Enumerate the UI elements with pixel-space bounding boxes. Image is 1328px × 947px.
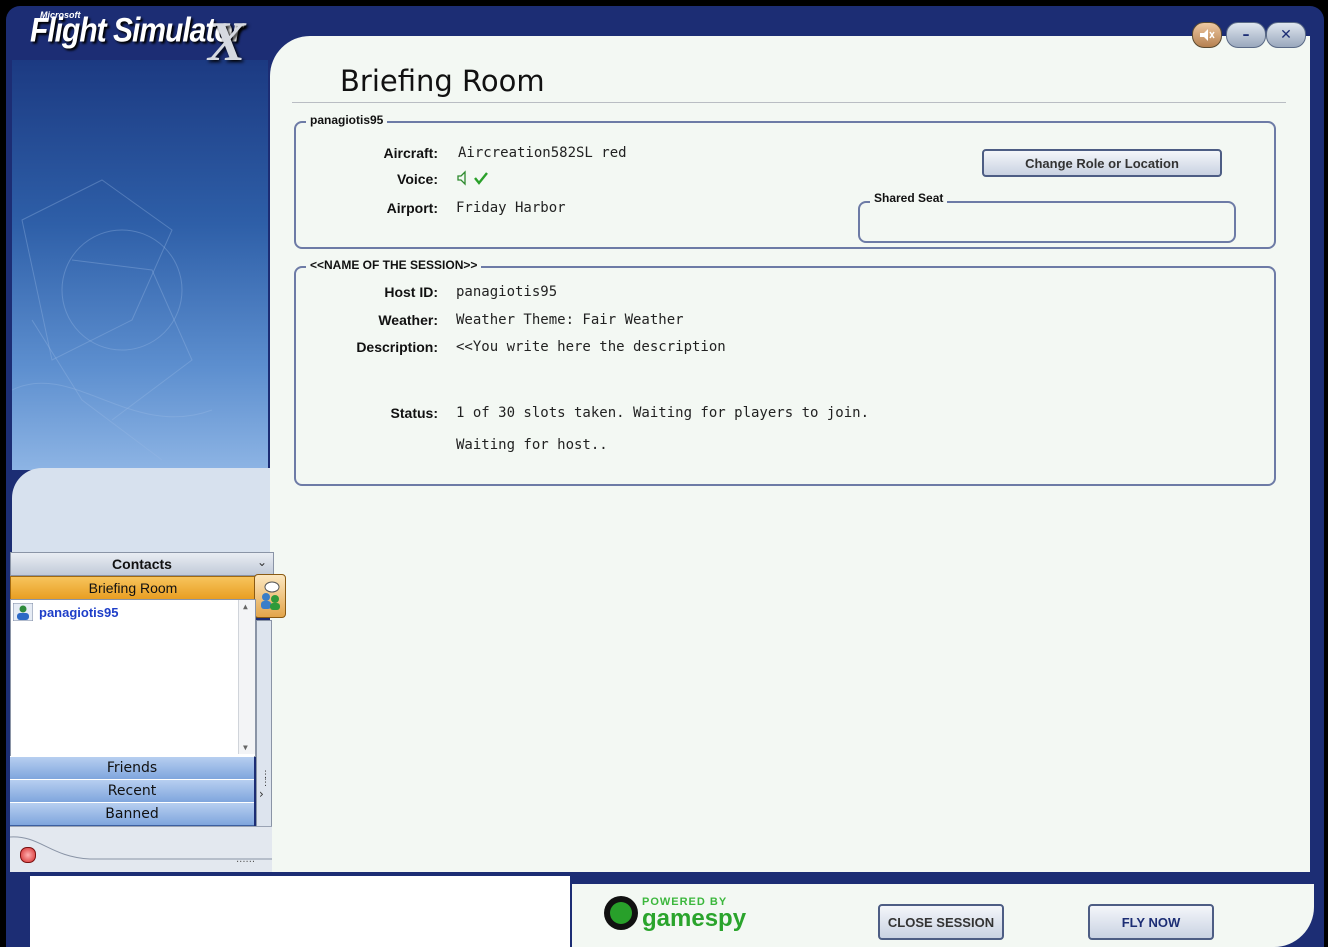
chevron-down-icon: ⌄ <box>256 555 267 569</box>
page-title: Briefing Room <box>340 64 545 98</box>
grip-dots-icon: ⋮ ⋮ <box>261 770 270 788</box>
contacts-footer: ······ <box>10 826 272 873</box>
chat-people-icon <box>261 581 280 610</box>
chat-input-area[interactable] <box>30 876 570 947</box>
minimize-button[interactable]: – <box>1226 22 1266 48</box>
gamespy-logo: POWERED BY gamespy <box>604 896 747 932</box>
close-session-button[interactable]: CLOSE SESSION <box>878 904 1004 940</box>
tab-briefing-room[interactable]: Briefing Room <box>10 576 256 600</box>
minimize-icon: – <box>1242 27 1250 43</box>
tab-briefing-room-label: Briefing Room <box>88 580 178 596</box>
session-group <box>294 266 1276 486</box>
category-recent[interactable]: Recent <box>10 779 254 803</box>
host-label: Host ID: <box>384 284 438 300</box>
close-session-label: CLOSE SESSION <box>887 914 995 930</box>
airport-label: Airport: <box>386 200 438 216</box>
close-button[interactable]: ✕ <box>1266 22 1306 48</box>
status-orb-icon[interactable] <box>20 847 36 863</box>
weather-value: Weather Theme: Fair Weather <box>456 312 684 328</box>
logo-x: X <box>208 11 246 73</box>
shared-seat-legend: Shared Seat <box>870 191 948 205</box>
title-divider <box>292 102 1286 103</box>
resize-grip-icon[interactable]: ······ <box>236 857 255 868</box>
gamespy-text: gamespy <box>642 905 747 932</box>
sidebar-artwork <box>12 60 268 470</box>
gamespy-emblem-icon <box>604 896 638 930</box>
session-legend: <<NAME OF THE SESSION>> <box>306 258 482 272</box>
change-role-label: Change Role or Location <box>1025 155 1179 171</box>
aircraft-label: Aircraft: <box>383 145 438 161</box>
user-icon <box>13 603 33 621</box>
close-icon: ✕ <box>1280 27 1292 43</box>
player-legend: panagiotis95 <box>306 113 388 127</box>
contacts-header-label: Contacts <box>112 556 172 572</box>
member-list-scrollbar[interactable]: ▲ ▼ <box>238 600 255 754</box>
sound-mute-button[interactable] <box>1192 22 1222 48</box>
host-value: panagiotis95 <box>456 284 558 300</box>
sidebar-spacer <box>12 468 270 558</box>
speaker-icon <box>457 170 466 186</box>
member-name: panagiotis95 <box>39 604 119 620</box>
list-item[interactable]: panagiotis95 <box>13 603 118 621</box>
status-label: Status: <box>390 405 438 421</box>
member-list: panagiotis95 ▲ ▼ <box>10 599 256 757</box>
weather-label: Weather: <box>378 312 438 328</box>
chat-toggle-button[interactable] <box>254 574 286 618</box>
change-role-button[interactable]: Change Role or Location <box>982 149 1222 177</box>
scroll-down-icon: ▼ <box>243 743 248 752</box>
chevron-right-icon[interactable]: › <box>259 787 264 801</box>
airport-value: Friday Harbor <box>456 200 566 216</box>
category-banned[interactable]: Banned <box>10 802 254 826</box>
status-value: 1 of 30 slots taken. Waiting for players… <box>456 405 870 421</box>
footer-curve <box>10 836 272 860</box>
fly-now-label: FLY NOW <box>1121 914 1181 930</box>
voice-status <box>457 170 489 186</box>
contacts-header[interactable]: Contacts ⌄ <box>10 552 274 576</box>
panel-side-rail: ⋮ ⋮ › <box>256 620 272 827</box>
aircraft-value: Aircreation582SL red <box>458 145 627 161</box>
scroll-up-icon: ▲ <box>243 602 248 611</box>
category-friends[interactable]: Friends <box>10 756 254 780</box>
speaker-mute-icon <box>1200 29 1215 41</box>
checkmark-icon <box>474 172 488 185</box>
fly-now-button[interactable]: FLY NOW <box>1088 904 1214 940</box>
description-value: <<You write here the description <box>456 339 726 355</box>
description-label: Description: <box>356 339 438 355</box>
status-subtext: Waiting for host.. <box>456 437 608 453</box>
shared-seat-box <box>858 201 1236 243</box>
voice-label: Voice: <box>397 171 438 187</box>
